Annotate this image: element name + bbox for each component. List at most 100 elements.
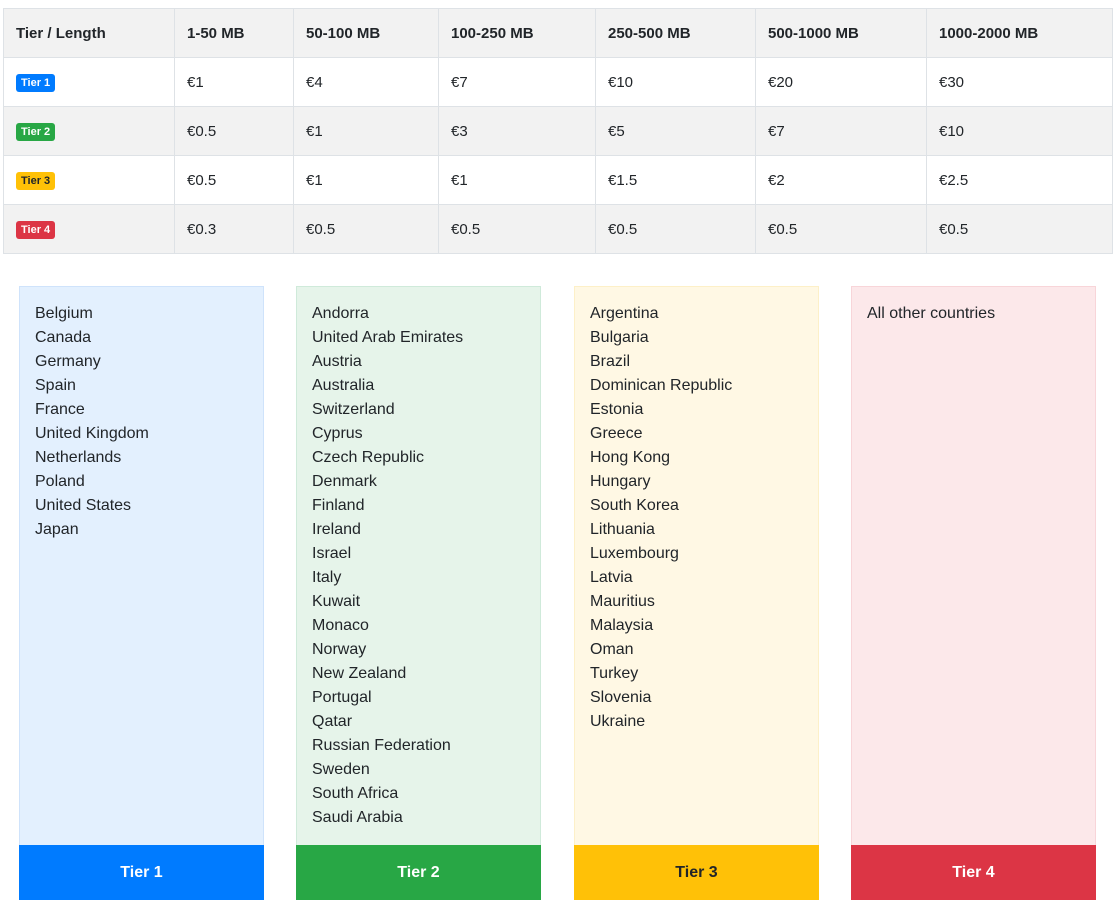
country-item: Germany bbox=[35, 353, 101, 370]
price-cell: €1 bbox=[293, 155, 439, 205]
tier-footer-2: Tier 2 bbox=[296, 845, 541, 900]
price-cell: €1 bbox=[438, 155, 596, 205]
country-item: Argentina bbox=[590, 305, 659, 322]
tier-footer-3: Tier 3 bbox=[574, 845, 819, 900]
tier-footer-4: Tier 4 bbox=[851, 845, 1096, 900]
country-item: Italy bbox=[312, 569, 342, 586]
price-cell: €0.5 bbox=[595, 204, 756, 254]
country-item: New Zealand bbox=[312, 665, 407, 682]
country-item: Lithuania bbox=[590, 521, 655, 538]
column-header: 250-500 MB bbox=[595, 8, 756, 58]
country-item: Russian Federation bbox=[312, 737, 451, 754]
tier-cell: Tier 1 bbox=[3, 57, 175, 107]
price-cell: €2.5 bbox=[926, 155, 1113, 205]
country-item: Luxembourg bbox=[590, 545, 679, 562]
column-header: 100-250 MB bbox=[438, 8, 596, 58]
country-item: Dominican Republic bbox=[590, 377, 733, 394]
country-item: Ireland bbox=[312, 521, 361, 538]
country-item: Israel bbox=[312, 545, 352, 562]
price-cell: €0.5 bbox=[926, 204, 1113, 254]
country-item: Czech Republic bbox=[312, 449, 425, 466]
country-item: Malaysia bbox=[590, 617, 654, 634]
price-cell: €10 bbox=[926, 106, 1113, 156]
country-item: All other countries bbox=[867, 305, 996, 322]
column-header: 500-1000 MB bbox=[755, 8, 927, 58]
country-item: Finland bbox=[312, 497, 365, 514]
country-item: Saudi Arabia bbox=[312, 809, 403, 826]
country-item: Qatar bbox=[312, 713, 353, 730]
table-header-row: Tier / Length 1-50 MB 50-100 MB 100-250 … bbox=[3, 8, 1113, 58]
price-cell: €0.5 bbox=[293, 204, 439, 254]
country-item: Austria bbox=[312, 353, 362, 370]
country-item: United Kingdom bbox=[35, 425, 149, 442]
table-row: Tier 2 €0.5 €1 €3 €5 €7 €10 bbox=[3, 106, 1113, 156]
tier-badge: Tier 1 bbox=[16, 73, 56, 92]
column-header: 1-50 MB bbox=[174, 8, 294, 58]
tier-card-1: Belgium Canada Germany Spain France United Ki… bbox=[19, 286, 264, 900]
price-cell: €0.5 bbox=[438, 204, 596, 254]
price-cell: €7 bbox=[755, 106, 927, 156]
country-item: Netherlands bbox=[35, 449, 122, 466]
pricing-table: Tier / Length 1-50 MB 50-100 MB 100-250 … bbox=[3, 8, 1113, 254]
country-item: France bbox=[35, 401, 85, 418]
tier-cell: Tier 3 bbox=[3, 155, 175, 205]
tier-card-4: All other countries Tier 4 bbox=[851, 286, 1096, 900]
country-item: Switzerland bbox=[312, 401, 395, 418]
price-cell: €4 bbox=[293, 57, 439, 107]
price-cell: €0.5 bbox=[755, 204, 927, 254]
tier-card-3: Argentina Bulgaria Brazil Dominican Republi… bbox=[574, 286, 819, 900]
price-cell: €2 bbox=[755, 155, 927, 205]
tier-footer-1: Tier 1 bbox=[19, 845, 264, 900]
tier-card-2: Andorra United Arab Emirates Austria Austra… bbox=[296, 286, 541, 900]
country-item: Kuwait bbox=[312, 593, 361, 610]
country-item: Monaco bbox=[312, 617, 369, 634]
tier-badge: Tier 3 bbox=[16, 171, 56, 190]
table-row: Tier 1 €1 €4 €7 €10 €20 €30 bbox=[3, 57, 1113, 107]
country-item: Estonia bbox=[590, 401, 644, 418]
country-item: Greece bbox=[590, 425, 643, 442]
country-item: Cyprus bbox=[312, 425, 363, 442]
country-item: Hungary bbox=[590, 473, 651, 490]
price-cell: €7 bbox=[438, 57, 596, 107]
country-list: Belgium Canada Germany Spain France United Ki… bbox=[20, 287, 263, 542]
column-header: 50-100 MB bbox=[293, 8, 439, 58]
country-list: Argentina Bulgaria Brazil Dominican Republi… bbox=[575, 287, 818, 734]
price-cell: €3 bbox=[438, 106, 596, 156]
column-header: 1000-2000 MB bbox=[926, 8, 1113, 58]
price-cell: €1 bbox=[293, 106, 439, 156]
tier-badge: Tier 2 bbox=[16, 122, 56, 141]
tier-cell: Tier 2 bbox=[3, 106, 175, 156]
country-item: Bulgaria bbox=[590, 329, 649, 346]
country-item: Slovenia bbox=[590, 689, 652, 706]
country-item: Belgium bbox=[35, 305, 93, 322]
country-item: South Korea bbox=[590, 497, 679, 514]
price-cell: €1.5 bbox=[595, 155, 756, 205]
country-item: Hong Kong bbox=[590, 449, 671, 466]
country-item: Canada bbox=[35, 329, 92, 346]
country-item: South Africa bbox=[312, 785, 399, 802]
table-row: Tier 4 €0.3 €0.5 €0.5 €0.5 €0.5 €0.5 bbox=[3, 204, 1113, 254]
country-list: All other countries bbox=[852, 287, 1095, 326]
country-item: Denmark bbox=[312, 473, 377, 490]
column-header: Tier / Length bbox=[3, 8, 175, 58]
country-item: Andorra bbox=[312, 305, 369, 322]
country-item: Oman bbox=[590, 641, 634, 658]
price-cell: €0.5 bbox=[174, 155, 294, 205]
country-item: Mauritius bbox=[590, 593, 655, 610]
price-cell: €30 bbox=[926, 57, 1113, 107]
country-item: Turkey bbox=[590, 665, 639, 682]
country-item: Poland bbox=[35, 473, 85, 490]
country-item: Australia bbox=[312, 377, 375, 394]
price-cell: €5 bbox=[595, 106, 756, 156]
country-item: Latvia bbox=[590, 569, 633, 586]
price-cell: €10 bbox=[595, 57, 756, 107]
table-row: Tier 3 €0.5 €1 €1 €1.5 €2 €2.5 bbox=[3, 155, 1113, 205]
country-list: Andorra United Arab Emirates Austria Austra… bbox=[297, 287, 540, 830]
country-item: Portugal bbox=[312, 689, 372, 706]
country-item: Spain bbox=[35, 377, 76, 394]
country-item: Japan bbox=[35, 521, 79, 538]
country-item: United Arab Emirates bbox=[312, 329, 464, 346]
country-item: Sweden bbox=[312, 761, 370, 778]
price-cell: €1 bbox=[174, 57, 294, 107]
tier-cell: Tier 4 bbox=[3, 204, 175, 254]
